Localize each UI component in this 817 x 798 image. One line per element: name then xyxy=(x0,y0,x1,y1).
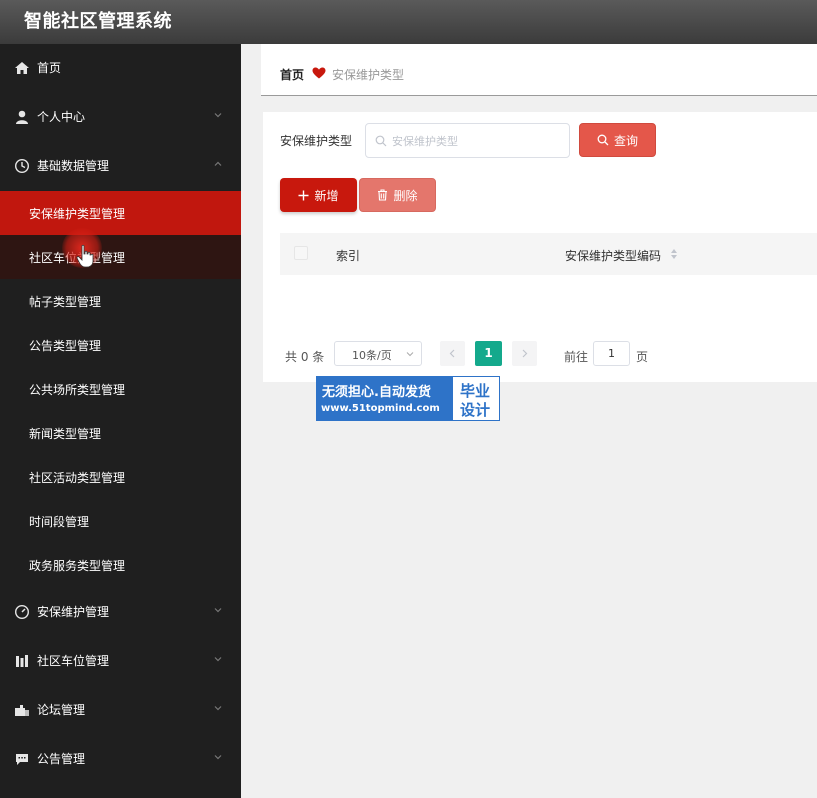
sidebar-item-security[interactable]: 安保维护管理 xyxy=(0,588,241,637)
chevron-down-icon xyxy=(214,755,222,760)
chevron-right-icon xyxy=(522,349,528,358)
page-number-current[interactable]: 1 xyxy=(475,341,502,366)
gauge-icon xyxy=(14,604,30,620)
page-size-select[interactable]: 10条/页 xyxy=(334,341,422,366)
clock-icon xyxy=(14,158,30,174)
submenu-item-time-slot[interactable]: 时间段管理 xyxy=(0,499,241,543)
column-header-code[interactable]: 安保维护类型编码 xyxy=(565,247,661,264)
add-button[interactable]: 新增 xyxy=(280,178,357,212)
sort-icon[interactable] xyxy=(670,248,678,260)
search-icon xyxy=(597,134,609,146)
submenu-item-label: 公告类型管理 xyxy=(29,339,102,353)
sidebar-item-label: 首页 xyxy=(37,61,62,75)
chevron-down-icon xyxy=(214,608,222,613)
main-content: 首页 安保维护类型 安保维护类型 查询 新增 删除 索引 安保维护类型编码 xyxy=(241,44,817,798)
hand-cursor-icon xyxy=(76,244,94,268)
app-title: 智能社区管理系统 xyxy=(24,11,172,32)
query-button[interactable]: 查询 xyxy=(579,123,656,157)
delete-button-label: 删除 xyxy=(393,188,418,203)
watermark-line1: 无须担心.自动发货 xyxy=(322,385,431,400)
pagination: 共 0 条 10条/页 1 前往 1 页 xyxy=(263,340,817,370)
chevron-down-icon xyxy=(214,706,222,711)
breadcrumb: 首页 安保维护类型 xyxy=(261,44,817,96)
chevron-left-icon xyxy=(449,349,455,358)
submenu-item-label: 时间段管理 xyxy=(29,515,90,529)
submenu-item-parking-type[interactable]: 社区车位类型管理 xyxy=(0,235,241,279)
sidebar-item-label: 安保维护管理 xyxy=(37,605,110,619)
delete-button[interactable]: 删除 xyxy=(359,178,436,212)
home-icon xyxy=(15,62,29,74)
search-field[interactable] xyxy=(365,123,570,158)
submenu-item-label: 公共场所类型管理 xyxy=(29,383,126,397)
chevron-down-icon xyxy=(214,657,222,662)
building-icon xyxy=(16,655,28,667)
sidebar-item-notice[interactable]: 公告管理 xyxy=(0,735,241,784)
submenu-item-post-type[interactable]: 帖子类型管理 xyxy=(0,279,241,323)
sidebar-item-base-data[interactable]: 基础数据管理 xyxy=(0,142,241,191)
submenu-item-activity-type[interactable]: 社区活动类型管理 xyxy=(0,455,241,499)
sidebar-item-profile[interactable]: 个人中心 xyxy=(0,93,241,142)
forum-icon xyxy=(15,705,29,716)
sidebar-item-label: 基础数据管理 xyxy=(37,159,110,173)
top-header: 智能社区管理系统 xyxy=(0,0,817,44)
submenu-item-news-type[interactable]: 新闻类型管理 xyxy=(0,411,241,455)
sidebar-item-label: 公告管理 xyxy=(37,752,86,766)
pagination-total: 共 0 条 xyxy=(285,350,325,364)
plus-icon xyxy=(298,190,309,200)
column-header-index: 索引 xyxy=(336,249,361,263)
submenu-item-label: 帖子类型管理 xyxy=(29,295,102,309)
submenu-item-label: 社区活动类型管理 xyxy=(29,471,126,485)
message-icon xyxy=(16,754,28,765)
watermark-left: 无须担心.自动发货 www.51topmind.com xyxy=(317,377,453,420)
sidebar-item-label: 论坛管理 xyxy=(37,703,86,717)
submenu-item-public-place-type[interactable]: 公共场所类型管理 xyxy=(0,367,241,411)
chevron-down-icon xyxy=(406,352,414,357)
submenu-item-notice-type[interactable]: 公告类型管理 xyxy=(0,323,241,367)
search-input[interactable] xyxy=(392,132,562,150)
submenu-item-security-type[interactable]: 安保维护类型管理 xyxy=(0,191,241,235)
sidebar: 首页 个人中心 基础数据管理 安保维护类型管理 社区车位类型管理 帖子类型管理 … xyxy=(0,44,241,798)
user-icon xyxy=(16,110,28,124)
query-button-label: 查询 xyxy=(613,133,638,148)
search-label: 安保维护类型 xyxy=(280,134,353,148)
watermark-line2: www.51topmind.com xyxy=(321,403,440,414)
sidebar-item-label: 个人中心 xyxy=(37,110,86,124)
page-size-value: 10条/页 xyxy=(352,349,392,362)
breadcrumb-current: 安保维护类型 xyxy=(332,68,405,82)
submenu-item-gov-service-type[interactable]: 政务服务类型管理 xyxy=(0,543,241,587)
chevron-up-icon xyxy=(214,161,222,166)
watermark-banner: 无须担心.自动发货 www.51topmind.com 毕业 设计 xyxy=(316,376,500,421)
submenu-item-label: 新闻类型管理 xyxy=(29,427,102,441)
goto-label: 前往 xyxy=(564,350,589,364)
next-page-button[interactable] xyxy=(512,341,537,366)
add-button-label: 新增 xyxy=(314,188,339,203)
trash-icon xyxy=(378,189,388,201)
submenu-item-label: 政务服务类型管理 xyxy=(29,559,126,573)
heart-icon xyxy=(312,67,326,79)
page-suffix-label: 页 xyxy=(636,350,649,364)
goto-page-input[interactable]: 1 xyxy=(593,341,630,366)
chevron-down-icon xyxy=(214,113,222,118)
breadcrumb-home[interactable]: 首页 xyxy=(280,66,304,83)
submenu-item-label: 安保维护类型管理 xyxy=(29,207,126,221)
sidebar-item-home[interactable]: 首页 xyxy=(0,44,241,93)
content-panel: 安保维护类型 查询 新增 删除 索引 安保维护类型编码 共 0 条 10条/页 xyxy=(263,112,817,382)
select-all-checkbox[interactable] xyxy=(294,246,308,260)
table-header: 索引 安保维护类型编码 xyxy=(280,233,817,275)
sidebar-item-label: 社区车位管理 xyxy=(37,654,110,668)
prev-page-button[interactable] xyxy=(440,341,465,366)
watermark-right2: 设计 xyxy=(460,401,491,419)
watermark-right1: 毕业 xyxy=(460,382,491,400)
search-icon xyxy=(375,135,387,147)
sidebar-item-forum[interactable]: 论坛管理 xyxy=(0,686,241,735)
sidebar-item-parking[interactable]: 社区车位管理 xyxy=(0,637,241,686)
